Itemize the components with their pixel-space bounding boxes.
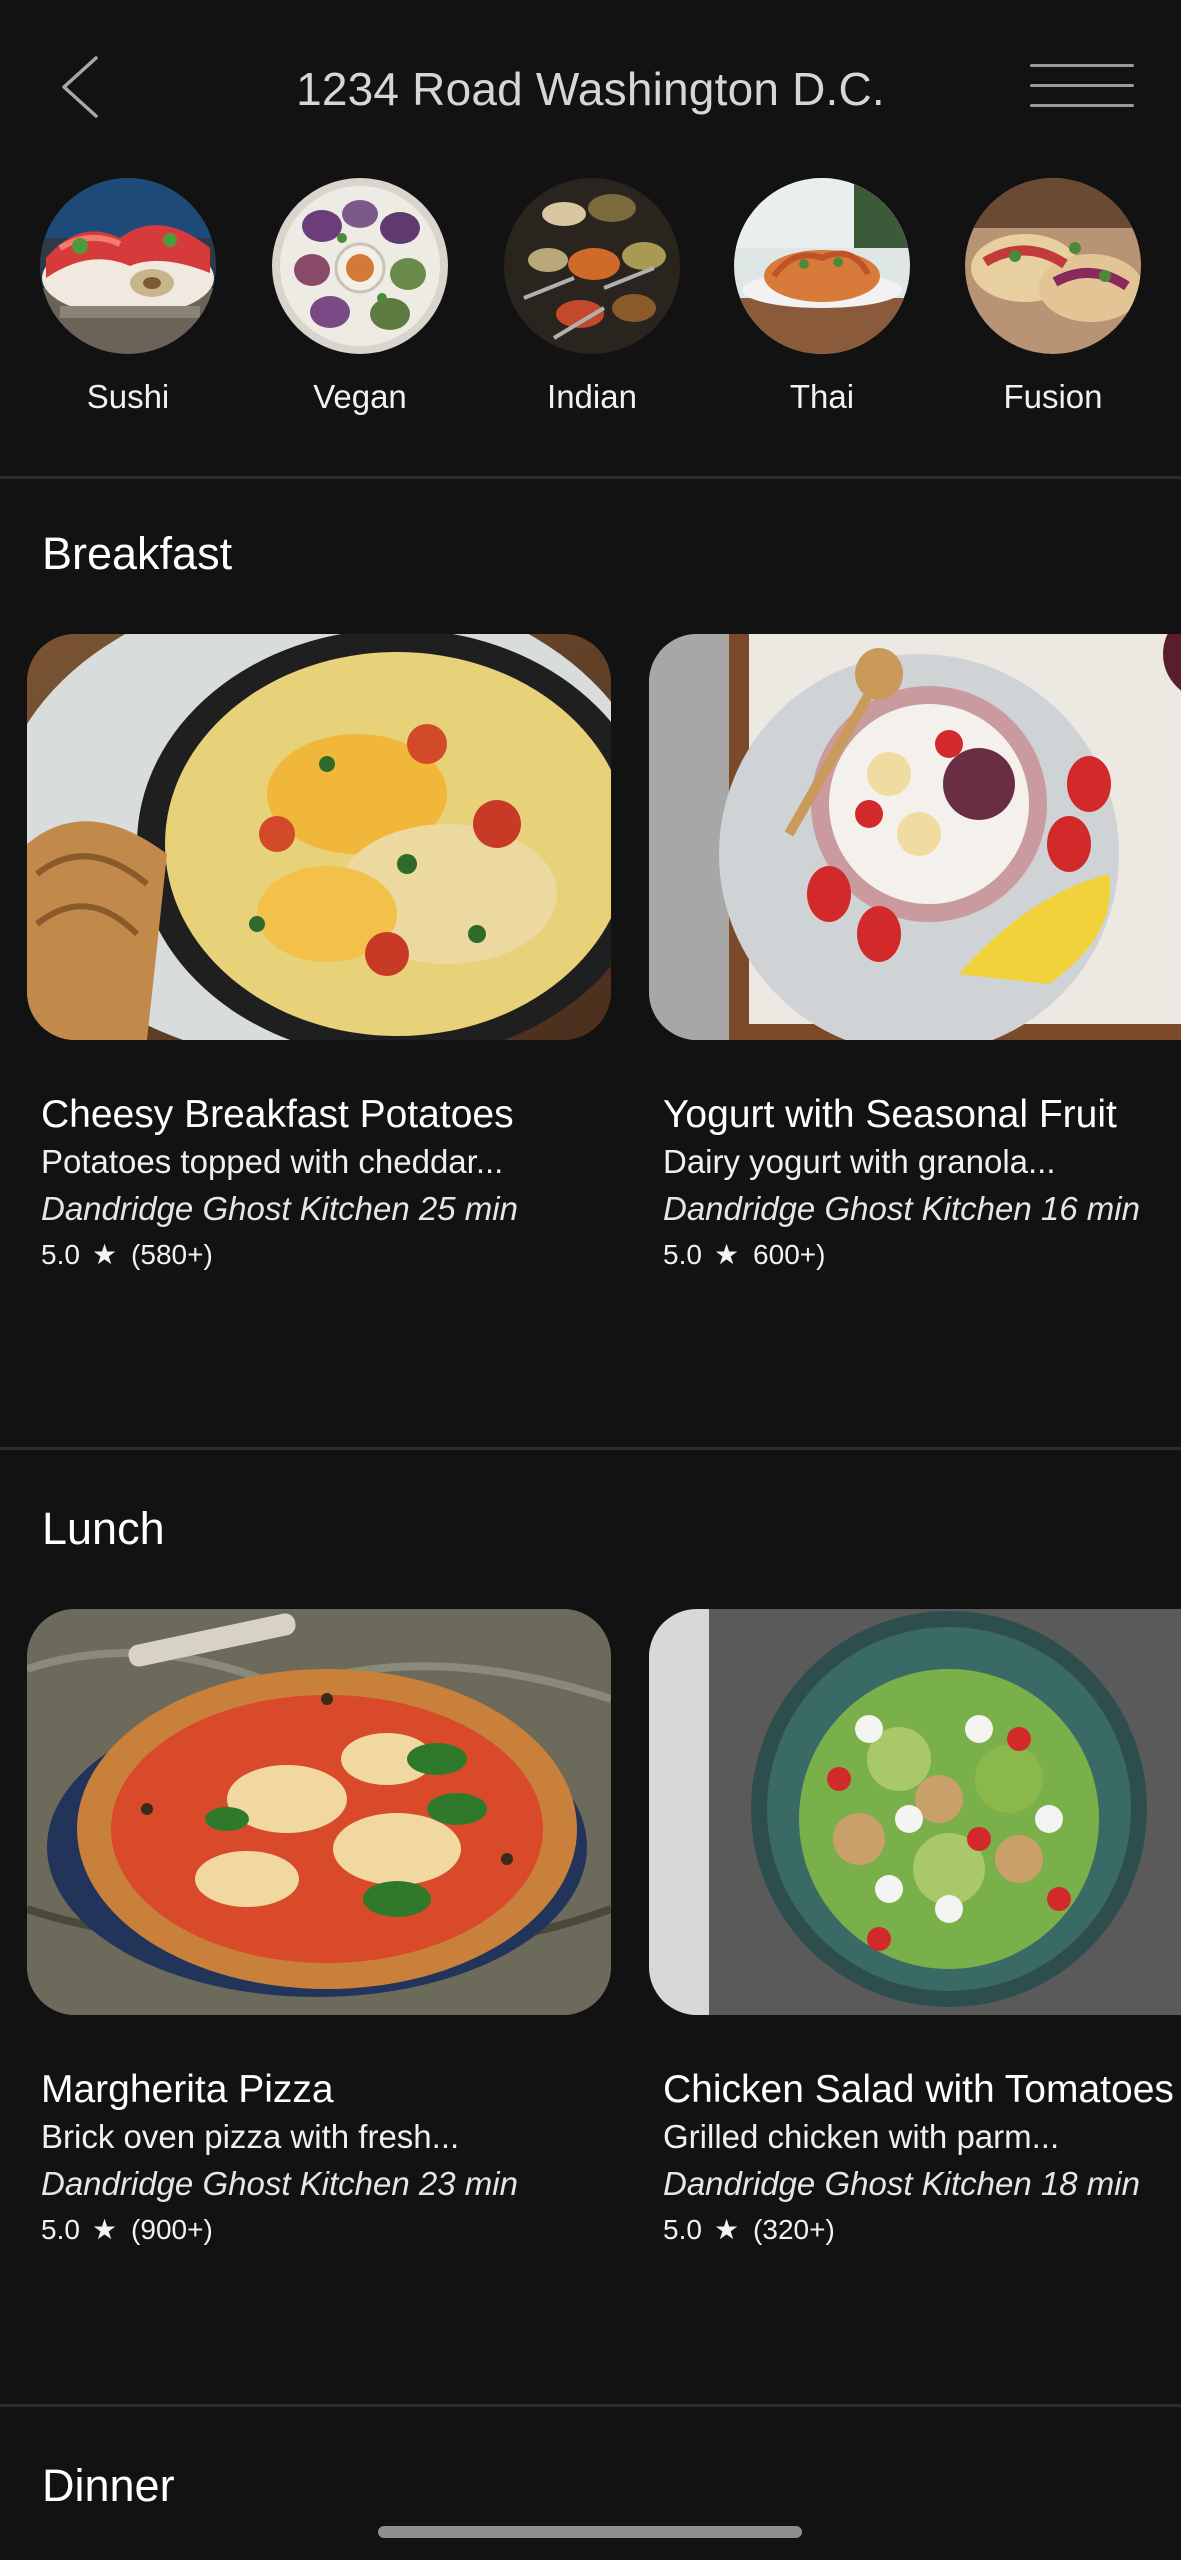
- yogurt-fruit-image: [649, 634, 1181, 1040]
- category-vegan[interactable]: Vegan: [270, 178, 450, 416]
- dish-title: Margherita Pizza: [41, 2068, 334, 2111]
- review-count: (580+): [131, 1239, 213, 1270]
- dish-rating: 5.0 ★ (900+): [41, 2207, 681, 2253]
- home-indicator[interactable]: [378, 2526, 802, 2538]
- rating-value: 5.0: [41, 2214, 80, 2245]
- address-title[interactable]: 1234 Road Washington D.C.: [0, 62, 1181, 116]
- vegan-image: [272, 178, 448, 354]
- menu-line: [1030, 104, 1134, 107]
- dish-description: Potatoes topped with cheddar...: [41, 1143, 504, 1180]
- rating-value: 5.0: [663, 2214, 702, 2245]
- dish-meta: Dandridge Ghost Kitchen 16 min: [663, 1190, 1140, 1227]
- dish-card[interactable]: Cheesy Breakfast Potatoes Potatoes toppe…: [27, 634, 627, 1270]
- dish-description: Dairy yogurt with granola...: [663, 1143, 1056, 1180]
- card-text: Yogurt with Seasonal Fruit Dairy yogurt …: [663, 1092, 1181, 1278]
- category-label: Thai: [789, 378, 855, 415]
- category-indian[interactable]: Indian: [502, 178, 682, 416]
- rating-value: 5.0: [41, 1239, 80, 1270]
- section-divider: [0, 476, 1181, 479]
- category-label: Indian: [547, 378, 637, 415]
- dish-card[interactable]: Chicken Salad with Tomatoes Grilled chic…: [649, 1609, 1181, 2245]
- restaurant-home-screen: 1234 Road Washington D.C. Sushi Vegan In…: [0, 0, 1181, 2560]
- margherita-pizza-image: [27, 1609, 611, 2015]
- card-text: Chicken Salad with Tomatoes Grilled chic…: [663, 2067, 1181, 2253]
- section-title-dinner: Dinner: [42, 2460, 175, 2511]
- dish-meta: Dandridge Ghost Kitchen 23 min: [41, 2165, 518, 2202]
- review-count: 600+): [753, 1239, 826, 1270]
- indian-spices-image: [504, 178, 680, 354]
- dish-rating: 5.0 ★ (320+): [663, 2207, 1181, 2253]
- review-count: (320+): [753, 2214, 835, 2245]
- dish-description: Grilled chicken with parm...: [663, 2118, 1060, 2155]
- chicken-salad-image: [649, 1609, 1181, 2015]
- dish-card[interactable]: Yogurt with Seasonal Fruit Dairy yogurt …: [649, 634, 1181, 1270]
- card-text: Cheesy Breakfast Potatoes Potatoes toppe…: [41, 1092, 681, 1278]
- cheesy-potatoes-image: [27, 634, 611, 1040]
- dish-title: Cheesy Breakfast Potatoes: [41, 1093, 514, 1136]
- fusion-tacos-image: [965, 178, 1141, 354]
- category-row: Sushi Vegan Indian Thai Fusion: [0, 178, 1181, 428]
- category-label: Fusion: [1003, 378, 1103, 415]
- category-fusion[interactable]: Fusion: [963, 178, 1143, 416]
- section-divider: [0, 1447, 1181, 1450]
- menu-button[interactable]: [1030, 60, 1134, 110]
- dish-title: Yogurt with Seasonal Fruit: [663, 1093, 1117, 1136]
- category-sushi[interactable]: Sushi: [38, 178, 218, 416]
- section-divider: [0, 2404, 1181, 2407]
- menu-line: [1030, 64, 1134, 67]
- dish-card[interactable]: Margherita Pizza Brick oven pizza with f…: [27, 1609, 627, 2245]
- section-title-breakfast: Breakfast: [42, 528, 233, 579]
- category-label: Sushi: [86, 378, 170, 415]
- dish-meta: Dandridge Ghost Kitchen 18 min: [663, 2165, 1140, 2202]
- card-text: Margherita Pizza Brick oven pizza with f…: [41, 2067, 681, 2253]
- menu-line: [1030, 84, 1134, 87]
- dish-description: Brick oven pizza with fresh...: [41, 2118, 460, 2155]
- dish-rating: 5.0 ★ 600+): [663, 1232, 1181, 1278]
- dish-title: Chicken Salad with Tomatoes: [663, 2068, 1174, 2111]
- review-count: (900+): [131, 2214, 213, 2245]
- category-thai[interactable]: Thai: [732, 178, 912, 416]
- star-icon: ★: [91, 1239, 118, 1270]
- star-icon: ★: [713, 2214, 740, 2245]
- category-label: Vegan: [313, 378, 407, 415]
- dish-rating: 5.0 ★ (580+): [41, 1232, 681, 1278]
- dish-meta: Dandridge Ghost Kitchen 25 min: [41, 1190, 518, 1227]
- rating-value: 5.0: [663, 1239, 702, 1270]
- star-icon: ★: [91, 2214, 118, 2245]
- section-title-lunch: Lunch: [42, 1503, 165, 1554]
- sushi-image: [40, 178, 216, 354]
- thai-noodles-image: [734, 178, 910, 354]
- star-icon: ★: [713, 1239, 740, 1270]
